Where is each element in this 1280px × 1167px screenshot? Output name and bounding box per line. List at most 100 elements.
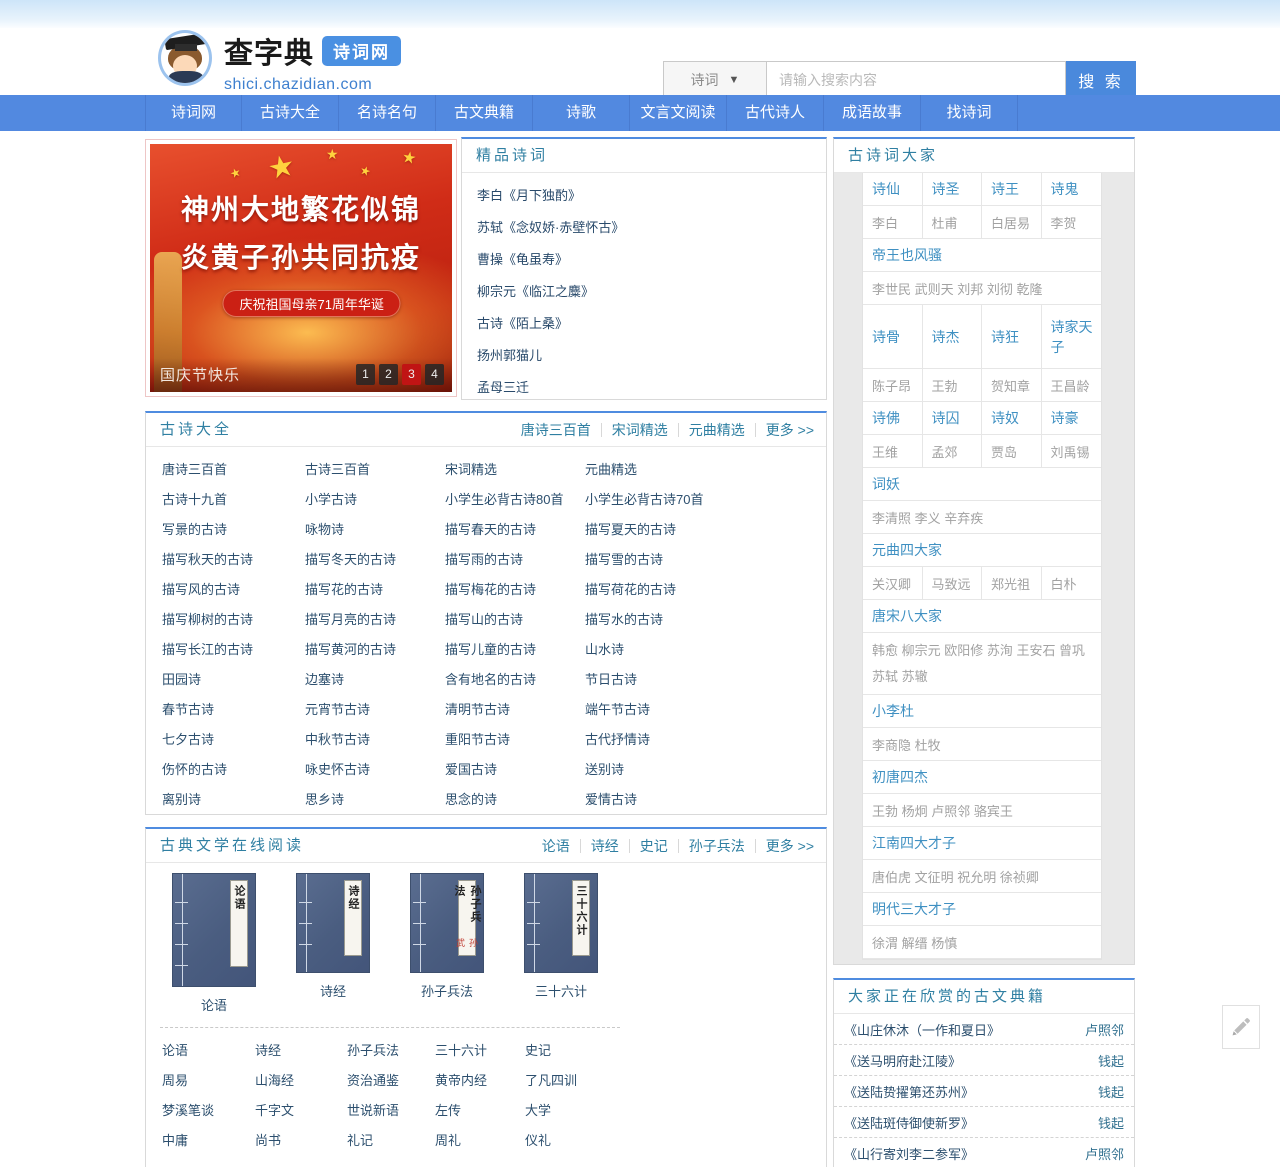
poem-category-link[interactable]: 小学生必背古诗80首 — [445, 485, 585, 515]
featured-poem-link[interactable]: 柳宗元《临江之麋》 — [462, 276, 826, 308]
poem-category-link[interactable]: 边塞诗 — [305, 665, 445, 695]
poet-name-link[interactable]: 杜甫 — [923, 206, 983, 238]
header-link-shijing[interactable]: 诗经 — [591, 830, 619, 862]
poem-category-link[interactable]: 描写水的古诗 — [585, 605, 826, 635]
poet-group-title[interactable]: 唐宋八大家 — [863, 600, 1101, 633]
featured-poem-link[interactable]: 苏轼《念奴娇·赤壁怀古》 — [462, 212, 826, 244]
poet-name-link[interactable]: 王勃 — [923, 369, 983, 401]
poem-category-link[interactable]: 小学生必背古诗70首 — [585, 485, 826, 515]
header-link-shiji[interactable]: 史记 — [640, 830, 668, 862]
search-input[interactable] — [766, 61, 1066, 98]
poet-group-names[interactable]: 唐伯虎 文征明 祝允明 徐祯卿 — [863, 860, 1101, 893]
poet-group-names[interactable]: 李清照 李义 辛弃疾 — [863, 501, 1101, 534]
classic-book-link[interactable]: 论语 — [162, 1036, 255, 1066]
poem-category-link[interactable]: 描写夏天的古诗 — [585, 515, 826, 545]
poet-title-link[interactable]: 诗圣 — [923, 173, 983, 205]
banner-carousel[interactable]: ★ ★ ★ ★ ★ 神州大地繁花似锦 炎黄子孙共同抗疫 庆祝祖国母亲71周年华诞… — [150, 144, 452, 392]
poet-name-link[interactable]: 郑光祖 — [982, 567, 1042, 599]
poem-category-link[interactable]: 思乡诗 — [305, 785, 445, 815]
more-link[interactable]: 更多 >> — [766, 414, 814, 446]
poet-group-title[interactable]: 小李杜 — [863, 695, 1101, 728]
poem-category-link[interactable]: 描写风的古诗 — [162, 575, 305, 605]
poem-category-link[interactable]: 古诗十九首 — [162, 485, 305, 515]
featured-poem-link[interactable]: 扬州郭猫儿 — [462, 340, 826, 372]
poem-category-link[interactable]: 描写儿童的古诗 — [445, 635, 585, 665]
nav-item-zhaoshici[interactable]: 找诗词 — [921, 95, 1018, 131]
poem-category-link[interactable]: 咏物诗 — [305, 515, 445, 545]
poet-group-title[interactable]: 明代三大才子 — [863, 893, 1101, 926]
nav-item-gushidaquan[interactable]: 古诗大全 — [242, 95, 339, 131]
poet-group-names[interactable]: 李商隐 杜牧 — [863, 728, 1101, 761]
classic-book-link[interactable]: 山海经 — [255, 1066, 347, 1096]
classic-book-link[interactable]: 尚书 — [255, 1126, 347, 1156]
poet-title-link[interactable]: 诗佛 — [863, 402, 923, 434]
poem-category-link[interactable]: 含有地名的古诗 — [445, 665, 585, 695]
poem-category-link[interactable]: 清明节古诗 — [445, 695, 585, 725]
classic-book-link[interactable]: 周礼 — [435, 1126, 525, 1156]
poet-name-link[interactable]: 贺知章 — [982, 369, 1042, 401]
poet-name-link[interactable]: 王维 — [863, 435, 923, 467]
poem-category-link[interactable]: 小学古诗 — [305, 485, 445, 515]
classic-book-link[interactable]: 礼记 — [347, 1126, 435, 1156]
poem-category-link[interactable]: 描写山的古诗 — [445, 605, 585, 635]
poet-title-link[interactable]: 诗家天子 — [1042, 305, 1102, 368]
poem-category-link[interactable]: 伤怀的古诗 — [162, 755, 305, 785]
poem-category-link[interactable]: 唐诗三百首 — [162, 455, 305, 485]
poem-category-link[interactable]: 描写雨的古诗 — [445, 545, 585, 575]
search-button[interactable]: 搜 索 — [1066, 61, 1136, 98]
book-caption[interactable]: 三十六计 — [535, 981, 587, 1000]
poet-group-title[interactable]: 帝王也风骚 — [863, 239, 1101, 272]
poem-category-link[interactable]: 描写柳树的古诗 — [162, 605, 305, 635]
poet-group-names[interactable]: 王勃 杨炯 卢照邻 骆宾王 — [863, 794, 1101, 827]
poem-category-link[interactable]: 爱情古诗 — [585, 785, 826, 815]
reading-item[interactable]: 《山庄休沐（一作和夏日》 卢照邻 — [834, 1014, 1134, 1045]
poem-category-link[interactable]: 送别诗 — [585, 755, 826, 785]
book-caption[interactable]: 孙子兵法 — [421, 981, 473, 1000]
header-link-yuanqu[interactable]: 元曲精选 — [689, 414, 745, 446]
classic-book-link[interactable]: 世说新语 — [347, 1096, 435, 1126]
poem-category-link[interactable]: 元曲精选 — [585, 455, 826, 485]
poet-group-title[interactable]: 元曲四大家 — [863, 534, 1101, 567]
classic-book-link[interactable]: 孙子兵法 — [347, 1036, 435, 1066]
carousel-page-2[interactable]: 2 — [379, 364, 398, 385]
book-cover-sunzibingfa[interactable]: 孙子兵法孙武 孙子兵法 — [410, 873, 484, 1000]
poet-group-names[interactable]: 徐渭 解缙 杨慎 — [863, 926, 1101, 959]
search-category-select[interactable]: 诗词 ▼ — [663, 61, 766, 98]
poem-category-link[interactable]: 元宵节古诗 — [305, 695, 445, 725]
poet-title-link[interactable]: 诗王 — [982, 173, 1042, 205]
poet-title-link[interactable]: 诗囚 — [923, 402, 983, 434]
nav-item-shiciwang[interactable]: 诗词网 — [145, 95, 242, 131]
poem-category-link[interactable]: 田园诗 — [162, 665, 305, 695]
featured-poem-link[interactable]: 李白《月下独酌》 — [462, 180, 826, 212]
poem-category-link[interactable]: 七夕古诗 — [162, 725, 305, 755]
nav-item-guwendianji[interactable]: 古文典籍 — [436, 95, 533, 131]
feedback-pencil-button[interactable] — [1222, 1005, 1260, 1049]
book-cover-sanshiliuji[interactable]: 三十六计 三十六计 — [524, 873, 598, 1000]
classic-book-link[interactable]: 三十六计 — [435, 1036, 525, 1066]
poem-category-link[interactable]: 描写梅花的古诗 — [445, 575, 585, 605]
poem-category-link[interactable]: 描写秋天的古诗 — [162, 545, 305, 575]
book-cover-lunyu[interactable]: 论语 论语 — [172, 873, 256, 1014]
poem-category-link[interactable]: 春节古诗 — [162, 695, 305, 725]
classic-book-link[interactable]: 资治通鉴 — [347, 1066, 435, 1096]
nav-item-mingshimingju[interactable]: 名诗名句 — [339, 95, 436, 131]
header-link-sunzibingfa[interactable]: 孙子兵法 — [689, 830, 745, 862]
poet-group-title[interactable]: 词妖 — [863, 468, 1101, 501]
poem-category-link[interactable]: 思念的诗 — [445, 785, 585, 815]
header-link-lunyu[interactable]: 论语 — [542, 830, 570, 862]
classic-book-link[interactable]: 大学 — [525, 1096, 666, 1126]
poet-title-link[interactable]: 诗鬼 — [1042, 173, 1102, 205]
poet-name-link[interactable]: 白朴 — [1042, 567, 1102, 599]
poet-name-link[interactable]: 刘禹锡 — [1042, 435, 1102, 467]
header-link-tangshi[interactable]: 唐诗三百首 — [521, 414, 591, 446]
poem-category-link[interactable]: 山水诗 — [585, 635, 826, 665]
poem-category-link[interactable]: 端午节古诗 — [585, 695, 826, 725]
poet-name-link[interactable]: 白居易 — [982, 206, 1042, 238]
featured-poem-link[interactable]: 曹操《龟虽寿》 — [462, 244, 826, 276]
poem-category-link[interactable]: 描写冬天的古诗 — [305, 545, 445, 575]
nav-item-gudaishiren[interactable]: 古代诗人 — [727, 95, 824, 131]
carousel-page-1[interactable]: 1 — [356, 364, 375, 385]
classic-book-link[interactable]: 了凡四训 — [525, 1066, 666, 1096]
poem-category-link[interactable]: 古诗三百首 — [305, 455, 445, 485]
poet-name-link[interactable]: 马致远 — [923, 567, 983, 599]
